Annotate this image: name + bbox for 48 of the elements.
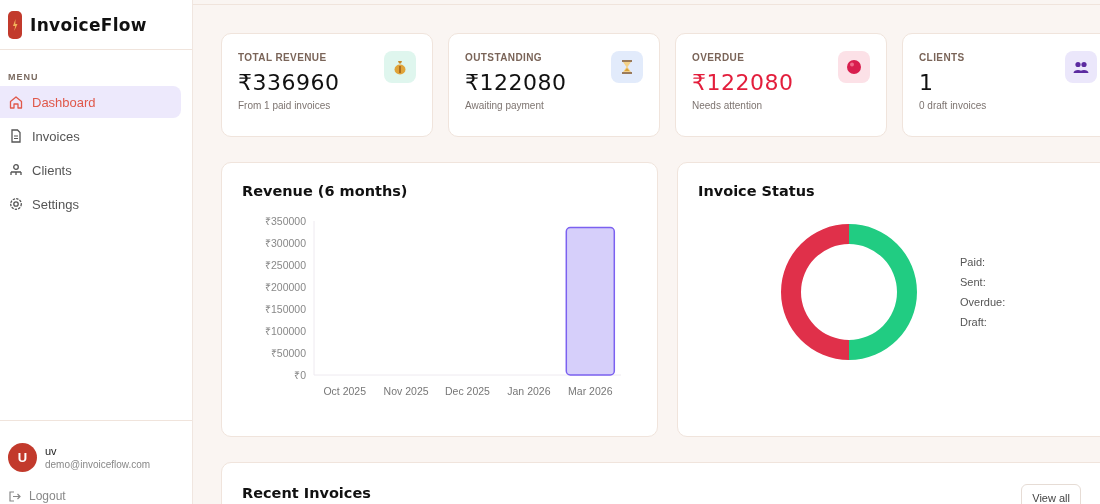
category-label: Dec 2025 [445,385,490,397]
tick-label: ₹50000 [270,347,306,359]
category-label: Nov 2025 [383,385,429,397]
tick-label: ₹100000 [264,325,306,337]
user-name: uv [45,445,58,457]
tick-label: ₹200000 [264,281,306,293]
stat-note: 0 draft invoices [919,100,988,111]
tick-label: ₹0 [294,369,306,381]
category-label: Mar 2026 [568,385,613,397]
stat-note: From 1 paid invoices [238,100,332,111]
gear-icon [8,196,24,212]
stat-value: 1 [919,70,935,95]
tick-label: ₹300000 [264,237,306,249]
view-all-button[interactable]: View all [1021,484,1081,504]
stat-value: ₹122080 [692,70,795,95]
stat-label: OUTSTANDING [465,52,543,63]
category-label: Jan 2026 [507,385,551,397]
user-email: demo@invoiceflow.com [45,459,151,470]
tick-label: ₹350000 [264,215,306,227]
legend-label: Paid: [960,256,987,268]
nav-item[interactable]: Invoices [0,120,181,152]
nav-item[interactable]: Settings [0,188,181,220]
stat-value: ₹336960 [238,70,341,95]
stat-label: TOTAL REVENUE [238,52,328,63]
section-title: Recent Invoices [242,485,371,501]
logo-icon [8,10,22,39]
logout-button[interactable]: Logout [8,488,184,504]
dot-icon [845,58,863,76]
avatar: U [8,443,37,472]
tick-label: ₹150000 [264,303,306,315]
stat-note: Needs attention [692,100,764,111]
chart-title: Invoice Status [698,183,816,199]
document-icon [8,128,24,144]
tick-label: ₹250000 [264,259,306,271]
stat-value: ₹122080 [465,70,568,95]
stat-label: CLIENTS [919,52,966,63]
home-icon [8,94,24,110]
chart-title: Revenue (6 months) [242,183,409,199]
stat-note: Awaiting payment [465,100,545,111]
nav-item[interactable]: Clients [0,154,181,186]
menu-label: MENU [8,72,40,82]
legend-label: Draft: [960,316,988,328]
legend-label: Overdue: [960,296,1006,308]
logout-icon [8,489,21,503]
people-icon [8,162,24,178]
category-label: Oct 2025 [323,385,366,397]
stat-label: OVERDUE [692,52,746,63]
legend-label: Sent: [960,276,987,288]
